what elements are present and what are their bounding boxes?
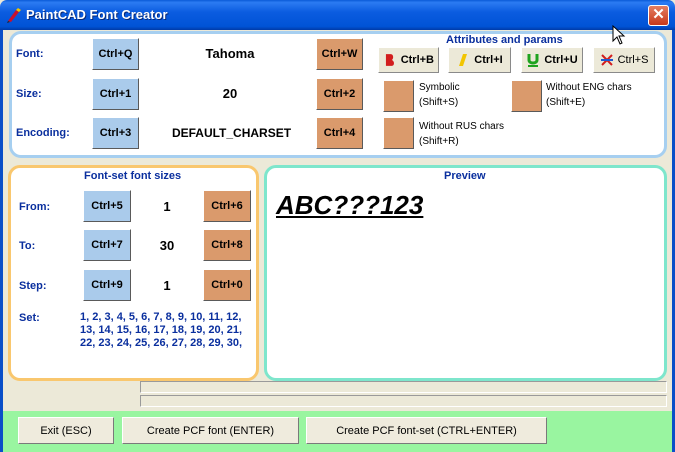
bold-button-label: Ctrl+B [400,54,434,66]
font-prev-button[interactable]: Ctrl+Q [92,38,139,70]
mouse-cursor-icon [612,25,626,45]
to-increase-button[interactable]: Ctrl+8 [203,229,251,261]
close-button[interactable]: ✕ [648,5,669,26]
size-decrease-button[interactable]: Ctrl+1 [92,78,139,110]
window-frame-left [0,30,3,452]
encoding-next-button[interactable]: Ctrl+4 [316,117,363,149]
strikeout-button[interactable]: Ctrl+S [593,47,655,73]
font-next-button[interactable]: Ctrl+W [316,38,363,70]
window-title: PaintCAD Font Creator [26,7,168,22]
from-increase-button[interactable]: Ctrl+6 [203,190,251,222]
bold-button[interactable]: Ctrl+B [378,47,439,73]
progress-bar-top [140,381,667,393]
exit-button[interactable]: Exit (ESC) [18,417,114,444]
to-label: To: [19,240,36,252]
app-icon [7,8,21,23]
symbolic-toggle[interactable] [383,80,414,112]
strikeout-button-label: Ctrl+S [617,54,649,66]
set-label: Set: [19,312,40,324]
underline-icon [527,54,539,67]
close-icon: ✕ [652,6,665,23]
font-set-heading: Font-set font sizes [84,170,182,182]
encoding-value: DEFAULT_CHARSET [171,126,292,140]
encoding-label: Encoding: [16,127,70,139]
font-value: Tahoma [205,46,255,61]
from-label: From: [19,201,51,213]
step-label: Step: [19,280,47,292]
to-value: 30 [159,238,175,253]
encoding-prev-button[interactable]: Ctrl+3 [92,117,139,149]
without-rus-label: Without RUS chars (Shift+R) [419,121,505,147]
bold-icon [385,54,394,66]
italic-button[interactable]: Ctrl+I [448,47,511,73]
without-eng-toggle[interactable] [511,80,542,112]
from-decrease-button[interactable]: Ctrl+5 [83,190,131,222]
step-decrease-button[interactable]: Ctrl+9 [83,269,131,301]
title-bar: PaintCAD Font Creator ✕ [0,0,675,30]
size-value: 20 [222,86,238,101]
without-rus-toggle[interactable] [383,117,414,149]
progress-bar-bottom [140,395,667,407]
create-fontset-button[interactable]: Create PCF font-set (CTRL+ENTER) [306,417,547,444]
size-label: Size: [16,88,42,100]
symbolic-label: Symbolic (Shift+S) [419,82,460,108]
underline-button[interactable]: Ctrl+U [521,47,583,73]
set-values: 1, 2, 3, 4, 5, 6, 7, 8, 9, 10, 11, 12, 1… [80,311,243,349]
from-value: 1 [163,199,171,214]
to-decrease-button[interactable]: Ctrl+7 [83,229,131,261]
underline-button-label: Ctrl+U [544,54,578,66]
preview-heading: Preview [444,170,486,182]
without-eng-label: Without ENG chars (Shift+E) [546,82,632,108]
attributes-heading: Attributes and params [446,34,563,46]
italic-icon [459,54,468,66]
font-label: Font: [16,48,44,60]
preview-sample-text: ABC???123 [276,190,424,220]
step-value: 1 [163,278,171,293]
step-increase-button[interactable]: Ctrl+0 [203,269,251,301]
italic-button-label: Ctrl+I [474,54,503,66]
create-font-button[interactable]: Create PCF font (ENTER) [122,417,299,444]
size-increase-button[interactable]: Ctrl+2 [316,78,363,110]
strikeout-icon [600,54,613,66]
